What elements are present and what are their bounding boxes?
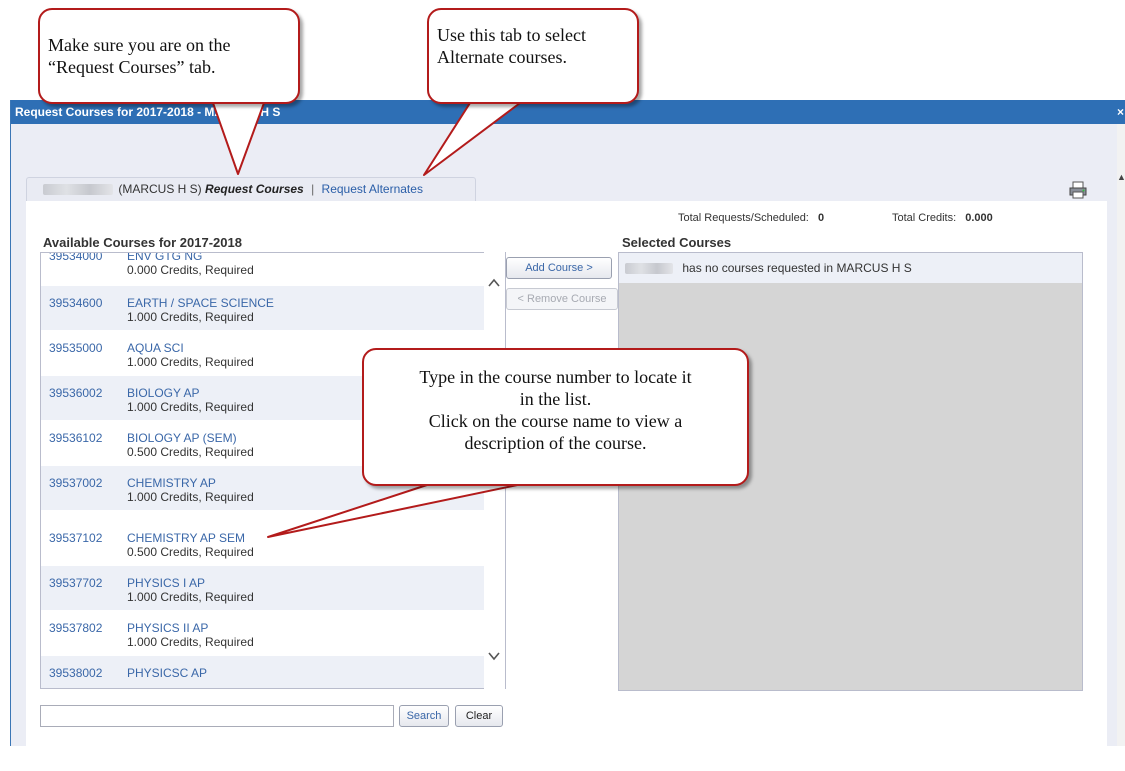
course-name-link[interactable]: PHYSICS I AP <box>127 576 205 590</box>
course-name-link[interactable]: CHEMISTRY AP SEM <box>127 531 245 545</box>
callout-line: Click on the course name to view a <box>428 411 683 431</box>
callout-line: description of the course. <box>464 433 647 453</box>
callout-search-hint: Type in the course number to locate it i… <box>362 348 749 486</box>
remove-course-button[interactable]: < Remove Course <box>506 288 618 310</box>
search-button[interactable]: Search <box>399 705 449 727</box>
course-credits: 1.000 Credits, Required <box>127 310 254 324</box>
total-requests-value: 0 <box>817 212 825 224</box>
course-credits: 1.000 Credits, Required <box>127 490 254 504</box>
selected-empty-message: has no courses requested in MARCUS H S <box>682 261 912 275</box>
callout-line: Type in the course number to locate it <box>419 367 692 387</box>
list-item[interactable]: 39537702 PHYSICS I AP 1.000 Credits, Req… <box>41 566 485 610</box>
total-credits-label: Total Credits: <box>891 212 957 224</box>
course-name-link[interactable]: PHYSICS II AP <box>127 621 208 635</box>
course-name-link[interactable]: BIOLOGY AP (SEM) <box>127 431 237 445</box>
course-name-link[interactable]: CHEMISTRY AP <box>127 476 216 490</box>
course-number: 39534000 <box>49 252 103 263</box>
student-name-redacted <box>43 184 113 196</box>
course-credits: 1.000 Credits, Required <box>127 400 254 414</box>
course-number: 39537802 <box>49 621 103 635</box>
close-icon[interactable]: × <box>1117 100 1124 124</box>
course-name-link[interactable]: PHYSICSC AP <box>127 666 207 680</box>
selected-empty-row: has no courses requested in MARCUS H S <box>619 253 1082 283</box>
callout-line: “Request Courses” tab. <box>48 57 216 77</box>
course-credits: 1.000 Credits, Required <box>127 590 254 604</box>
totals-bar: Total Requests/Scheduled: 0 Total Credit… <box>678 212 993 224</box>
course-number: 39537702 <box>49 576 103 590</box>
list-item[interactable]: 39534000 ENV GTG NG 0.000 Credits, Requi… <box>41 252 485 283</box>
course-number: 39535000 <box>49 341 103 355</box>
total-credits-value: 0.000 <box>965 212 993 224</box>
callout-line: in the list. <box>519 389 592 409</box>
add-course-button[interactable]: Add Course > <box>506 257 612 279</box>
course-number: 39536102 <box>49 431 103 445</box>
selected-courses-heading: Selected Courses <box>622 235 732 250</box>
list-item[interactable]: 39534600 EARTH / SPACE SCIENCE 1.000 Cre… <box>41 286 485 330</box>
course-credits: 0.500 Credits, Required <box>127 545 254 559</box>
printer-icon[interactable] <box>1068 180 1088 200</box>
course-search-input[interactable] <box>40 705 394 727</box>
list-item[interactable]: 39538002 PHYSICSC AP <box>41 656 485 688</box>
course-number: 39538002 <box>49 666 103 680</box>
course-number: 39537102 <box>49 531 103 545</box>
tab-separator: | <box>311 182 315 196</box>
chevron-down-icon[interactable] <box>487 649 501 663</box>
callout-request-courses: Make sure you are on the “Request Course… <box>38 8 300 104</box>
total-requests-label: Total Requests/Scheduled: <box>678 212 809 224</box>
course-credits: 0.000 Credits, Required <box>127 263 254 277</box>
course-number: 39536002 <box>49 386 103 400</box>
course-number: 39537002 <box>49 476 103 490</box>
window-scrollbar[interactable]: ▲ <box>1117 124 1125 746</box>
tab-strip: (MARCUS H S) Request Courses | Request A… <box>26 177 476 201</box>
scroll-up-icon[interactable]: ▲ <box>1117 172 1125 182</box>
tab-request-alternates[interactable]: Request Alternates <box>322 182 423 196</box>
course-number: 39534600 <box>49 296 103 310</box>
course-credits: 0.500 Credits, Required <box>127 445 254 459</box>
course-credits: 1.000 Credits, Required <box>127 355 254 369</box>
list-item[interactable]: 39537802 PHYSICS II AP 1.000 Credits, Re… <box>41 611 485 655</box>
tab-school-label: (MARCUS H S) <box>118 182 202 196</box>
course-credits: 1.000 Credits, Required <box>127 635 254 649</box>
tab-request-courses[interactable]: Request Courses <box>205 182 304 196</box>
list-item[interactable]: 39537102 CHEMISTRY AP SEM 0.500 Credits,… <box>41 521 485 565</box>
clear-button[interactable]: Clear <box>455 705 503 727</box>
callout-line: Alternate courses. <box>437 47 567 67</box>
window-title: Request Courses for 2017-2018 - MARCUS H… <box>15 105 281 119</box>
available-courses-heading: Available Courses for 2017-2018 <box>43 235 242 250</box>
course-name-link[interactable]: EARTH / SPACE SCIENCE <box>127 296 274 310</box>
student-name-redacted <box>625 263 673 275</box>
course-name-link[interactable]: ENV GTG NG <box>127 253 202 263</box>
chevron-up-icon[interactable] <box>487 276 501 290</box>
callout-line: Use this tab to select <box>437 25 586 45</box>
callout-line: Make sure you are on the <box>48 35 231 55</box>
course-name-link[interactable]: AQUA SCI <box>127 341 184 355</box>
course-name-link[interactable]: BIOLOGY AP <box>127 386 199 400</box>
callout-request-alternates: Use this tab to select Alternate courses… <box>427 8 639 104</box>
